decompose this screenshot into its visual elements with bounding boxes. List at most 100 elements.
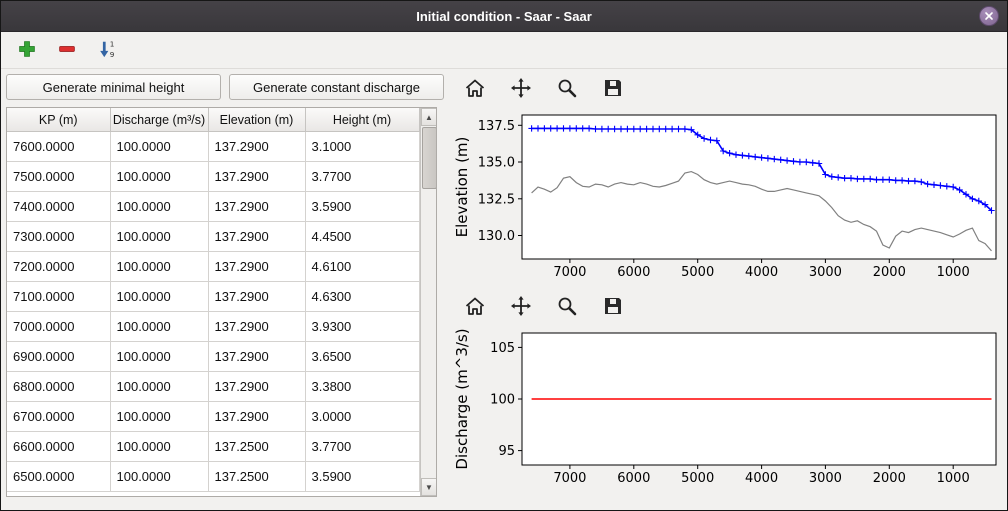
table-cell[interactable]: 3.9300 <box>305 312 419 342</box>
discharge-chart[interactable]: 700060005000400030002000100095100105Disc… <box>452 325 1008 495</box>
table-cell[interactable]: 100.0000 <box>110 342 208 372</box>
table-cell[interactable]: 3.0000 <box>305 402 419 432</box>
plot2-pan-button[interactable] <box>506 292 536 322</box>
sort-button[interactable]: 1 9 <box>93 36 121 64</box>
table-cell[interactable]: 137.2900 <box>208 132 305 162</box>
table-row[interactable]: 7400.0000100.0000137.29003.5900 <box>7 192 419 222</box>
table-row[interactable]: 7500.0000100.0000137.29003.7700 <box>7 162 419 192</box>
home-icon <box>464 295 486 320</box>
table-row[interactable]: 7100.0000100.0000137.29004.6300 <box>7 282 419 312</box>
table-cell[interactable]: 3.7700 <box>305 162 419 192</box>
table-cell[interactable]: 137.2900 <box>208 312 305 342</box>
close-button[interactable] <box>979 6 999 26</box>
table-cell[interactable]: 7400.0000 <box>7 192 110 222</box>
table-cell[interactable]: 100.0000 <box>110 222 208 252</box>
plot2-home-button[interactable] <box>460 292 490 322</box>
plot1-home-button[interactable] <box>460 74 490 104</box>
table-cell[interactable]: 137.2900 <box>208 282 305 312</box>
table-cell[interactable]: 100.0000 <box>110 432 208 462</box>
table-row[interactable]: 6900.0000100.0000137.29003.6500 <box>7 342 419 372</box>
left-panel: Generate minimal height Generate constan… <box>1 69 446 510</box>
table-cell[interactable]: 3.1000 <box>305 132 419 162</box>
table-cell[interactable]: 7500.0000 <box>7 162 110 192</box>
table-cell[interactable]: 100.0000 <box>110 252 208 282</box>
table-cell[interactable]: 6800.0000 <box>7 372 110 402</box>
table-cell[interactable]: 100.0000 <box>110 462 208 492</box>
table-cell[interactable]: 3.7700 <box>305 432 419 462</box>
table-row[interactable]: 7300.0000100.0000137.29004.4500 <box>7 222 419 252</box>
scrollbar-track[interactable] <box>421 126 438 478</box>
remove-row-button[interactable] <box>53 36 81 64</box>
table-cell[interactable]: 7000.0000 <box>7 312 110 342</box>
scrollbar-up-button[interactable]: ▲ <box>421 108 438 126</box>
generate-minimal-height-button[interactable]: Generate minimal height <box>6 74 221 100</box>
plot2-save-button[interactable] <box>598 292 628 322</box>
save-icon <box>602 295 624 320</box>
table-cell[interactable]: 137.2900 <box>208 252 305 282</box>
table-header-row: KP (m)Discharge (m³/s)Elevation (m)Heigh… <box>7 108 419 132</box>
table-cell[interactable]: 137.2500 <box>208 432 305 462</box>
column-header[interactable]: Discharge (m³/s) <box>110 108 208 132</box>
generate-constant-discharge-button[interactable]: Generate constant discharge <box>229 74 444 100</box>
svg-text:137.5: 137.5 <box>478 119 515 134</box>
table-cell[interactable]: 7100.0000 <box>7 282 110 312</box>
table-cell[interactable]: 7300.0000 <box>7 222 110 252</box>
elevation-chart[interactable]: 7000600050004000300020001000130.0132.513… <box>452 107 1008 289</box>
table-cell[interactable]: 137.2500 <box>208 462 305 492</box>
table-cell[interactable]: 137.2900 <box>208 372 305 402</box>
table-cell[interactable]: 6900.0000 <box>7 342 110 372</box>
table-cell[interactable]: 3.5900 <box>305 462 419 492</box>
scrollbar-down-button[interactable]: ▼ <box>421 478 438 496</box>
table-cell[interactable]: 3.5900 <box>305 192 419 222</box>
table-cell[interactable]: 100.0000 <box>110 192 208 222</box>
svg-text:7000: 7000 <box>553 471 586 486</box>
table-cell[interactable]: 6700.0000 <box>7 402 110 432</box>
table-scrollbar[interactable]: ▲ ▼ <box>420 108 438 496</box>
table-cell[interactable]: 100.0000 <box>110 402 208 432</box>
table-row[interactable]: 6800.0000100.0000137.29003.3800 <box>7 372 419 402</box>
plot1-zoom-button[interactable] <box>552 74 582 104</box>
zoom-icon <box>556 77 578 102</box>
table-row[interactable]: 6500.0000100.0000137.25003.5900 <box>7 462 419 492</box>
table-cell[interactable]: 6600.0000 <box>7 432 110 462</box>
column-header[interactable]: Height (m) <box>305 108 419 132</box>
table-cell[interactable]: 4.4500 <box>305 222 419 252</box>
svg-text:1000: 1000 <box>937 265 970 280</box>
scrollbar-thumb[interactable] <box>422 127 437 189</box>
table-cell[interactable]: 6500.0000 <box>7 462 110 492</box>
zoom-icon <box>556 295 578 320</box>
svg-text:105: 105 <box>490 341 515 356</box>
add-row-button[interactable] <box>13 36 41 64</box>
table-row[interactable]: 6600.0000100.0000137.25003.7700 <box>7 432 419 462</box>
table-cell[interactable]: 7200.0000 <box>7 252 110 282</box>
titlebar[interactable]: Initial condition - Saar - Saar <box>1 1 1007 32</box>
table-cell[interactable]: 100.0000 <box>110 132 208 162</box>
plot2-zoom-button[interactable] <box>552 292 582 322</box>
right-panel: 7000600050004000300020001000130.0132.513… <box>446 69 1007 510</box>
table-cell[interactable]: 137.2900 <box>208 402 305 432</box>
plot1-save-button[interactable] <box>598 74 628 104</box>
plot1-pan-button[interactable] <box>506 74 536 104</box>
table-cell[interactable]: 3.6500 <box>305 342 419 372</box>
generate-buttons-row: Generate minimal height Generate constan… <box>6 74 444 100</box>
table-cell[interactable]: 3.3800 <box>305 372 419 402</box>
table-cell[interactable]: 137.2900 <box>208 162 305 192</box>
table-cell[interactable]: 7600.0000 <box>7 132 110 162</box>
column-header[interactable]: KP (m) <box>7 108 110 132</box>
table-cell[interactable]: 137.2900 <box>208 342 305 372</box>
column-header[interactable]: Elevation (m) <box>208 108 305 132</box>
table-row[interactable]: 7600.0000100.0000137.29003.1000 <box>7 132 419 162</box>
table-cell[interactable]: 100.0000 <box>110 282 208 312</box>
table-cell[interactable]: 137.2900 <box>208 222 305 252</box>
svg-text:95: 95 <box>498 444 515 459</box>
table-cell[interactable]: 100.0000 <box>110 312 208 342</box>
table-row[interactable]: 7000.0000100.0000137.29003.9300 <box>7 312 419 342</box>
table-cell[interactable]: 100.0000 <box>110 372 208 402</box>
table-cell[interactable]: 100.0000 <box>110 162 208 192</box>
table-cell[interactable]: 4.6100 <box>305 252 419 282</box>
table-row[interactable]: 6700.0000100.0000137.29003.0000 <box>7 402 419 432</box>
table-cell[interactable]: 4.6300 <box>305 282 419 312</box>
content-area: Generate minimal height Generate constan… <box>1 69 1007 510</box>
table-cell[interactable]: 137.2900 <box>208 192 305 222</box>
table-row[interactable]: 7200.0000100.0000137.29004.6100 <box>7 252 419 282</box>
